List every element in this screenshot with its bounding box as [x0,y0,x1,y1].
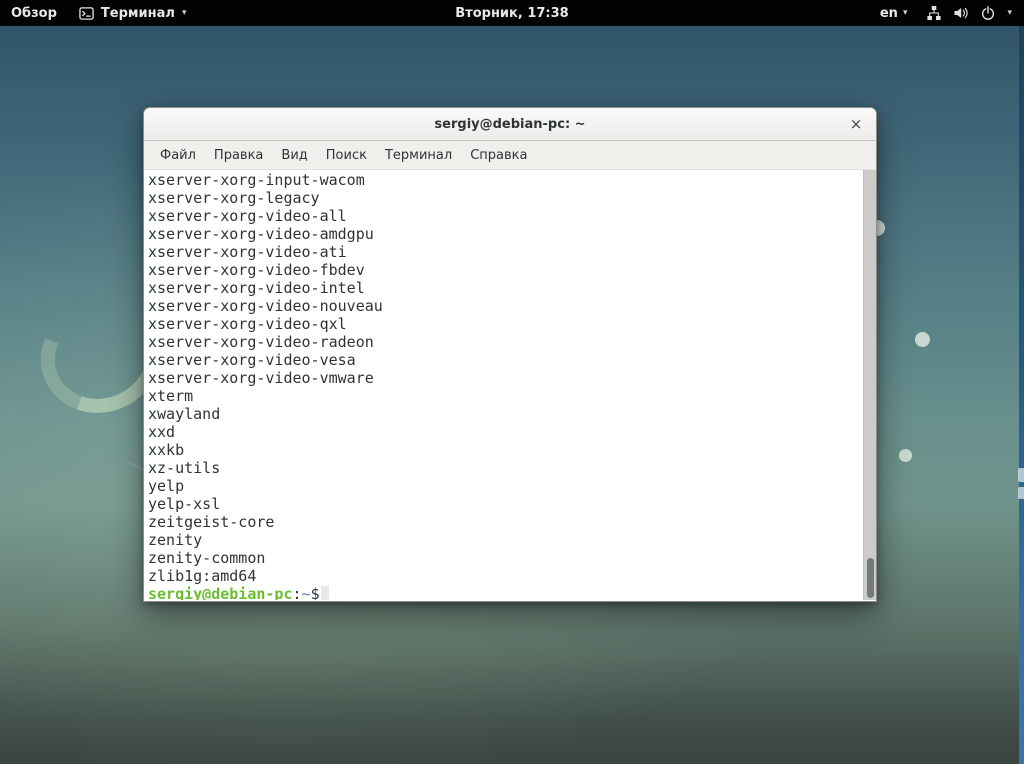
terminal-line: xserver-xorg-input-wacom [148,171,860,189]
terminal-line: xserver-xorg-video-all [148,207,860,225]
menu-item[interactable]: Правка [205,144,272,167]
terminal-line: xserver-xorg-video-qxl [148,315,860,333]
terminal-line: xserver-xorg-video-radeon [148,333,860,351]
menu-bar: ФайлПравкаВидПоискТерминалСправка [144,141,876,170]
terminal-line: xserver-xorg-video-nouveau [148,297,860,315]
terminal-window: sergiy@debian-pc: ~ × ФайлПравкаВидПоиск… [143,107,877,602]
terminal-line: xserver-xorg-video-vmware [148,369,860,387]
terminal-line: yelp [148,477,860,495]
screen-edge-strip [1019,26,1024,764]
terminal-line: xserver-xorg-video-fbdev [148,261,860,279]
close-button[interactable]: × [847,115,865,133]
scrollbar[interactable] [863,170,876,600]
prompt-path: ~ [302,585,311,600]
terminal-line: xxd [148,423,860,441]
terminal-cursor [321,586,329,600]
terminal-line: xserver-xorg-video-ati [148,243,860,261]
terminal-line: yelp-xsl [148,495,860,513]
menu-item[interactable]: Файл [151,144,205,167]
prompt-line: sergiy@debian-pc:~$ [148,585,860,600]
wallpaper-dot [915,332,930,347]
terminal-line: xserver-xorg-video-intel [148,279,860,297]
wallpaper-edge-fragment [1018,487,1024,499]
terminal-line: xwayland [148,405,860,423]
scrollbar-thumb[interactable] [867,558,874,598]
network-wired-icon [926,5,942,21]
terminal-line: xserver-xorg-video-amdgpu [148,225,860,243]
chevron-down-icon: ▾ [903,9,908,18]
menu-item[interactable]: Поиск [317,144,376,167]
window-title: sergiy@debian-pc: ~ [434,117,585,132]
top-bar: Обзор Терминал ▾ Вторник, 17:38 en ▾ [0,0,1024,26]
terminal-line: zenity [148,531,860,549]
system-menu[interactable]: ▾ [916,0,1024,26]
volume-icon [953,5,969,21]
menu-item[interactable]: Терминал [376,144,461,167]
terminal-line: xserver-xorg-video-vesa [148,351,860,369]
terminal-line: xxkb [148,441,860,459]
keyboard-layout-label: en [880,6,898,21]
terminal-line: xserver-xorg-legacy [148,189,860,207]
chevron-down-icon: ▾ [1007,9,1012,18]
prompt-symbol: $ [311,585,320,600]
menu-item[interactable]: Вид [272,144,316,167]
terminal-line: zlib1g:amd64 [148,567,860,585]
prompt-separator: : [293,585,302,600]
terminal-line: xterm [148,387,860,405]
keyboard-layout-indicator[interactable]: en ▾ [871,0,917,26]
terminal-line: xz-utils [148,459,860,477]
terminal-line: zeitgeist-core [148,513,860,531]
menu-item[interactable]: Справка [461,144,536,167]
wallpaper-dot [899,449,912,462]
terminal-line: zenity-common [148,549,860,567]
window-titlebar[interactable]: sergiy@debian-pc: ~ × [144,108,876,141]
terminal-content[interactable]: xserver-xorg-input-wacomxserver-xorg-leg… [144,170,876,600]
terminal-output: xserver-xorg-input-wacomxserver-xorg-leg… [148,171,860,585]
power-icon [980,5,996,21]
wallpaper-edge-fragment [1018,468,1024,482]
prompt-user-host: sergiy@debian-pc [148,585,293,600]
clock[interactable]: Вторник, 17:38 [444,0,579,26]
